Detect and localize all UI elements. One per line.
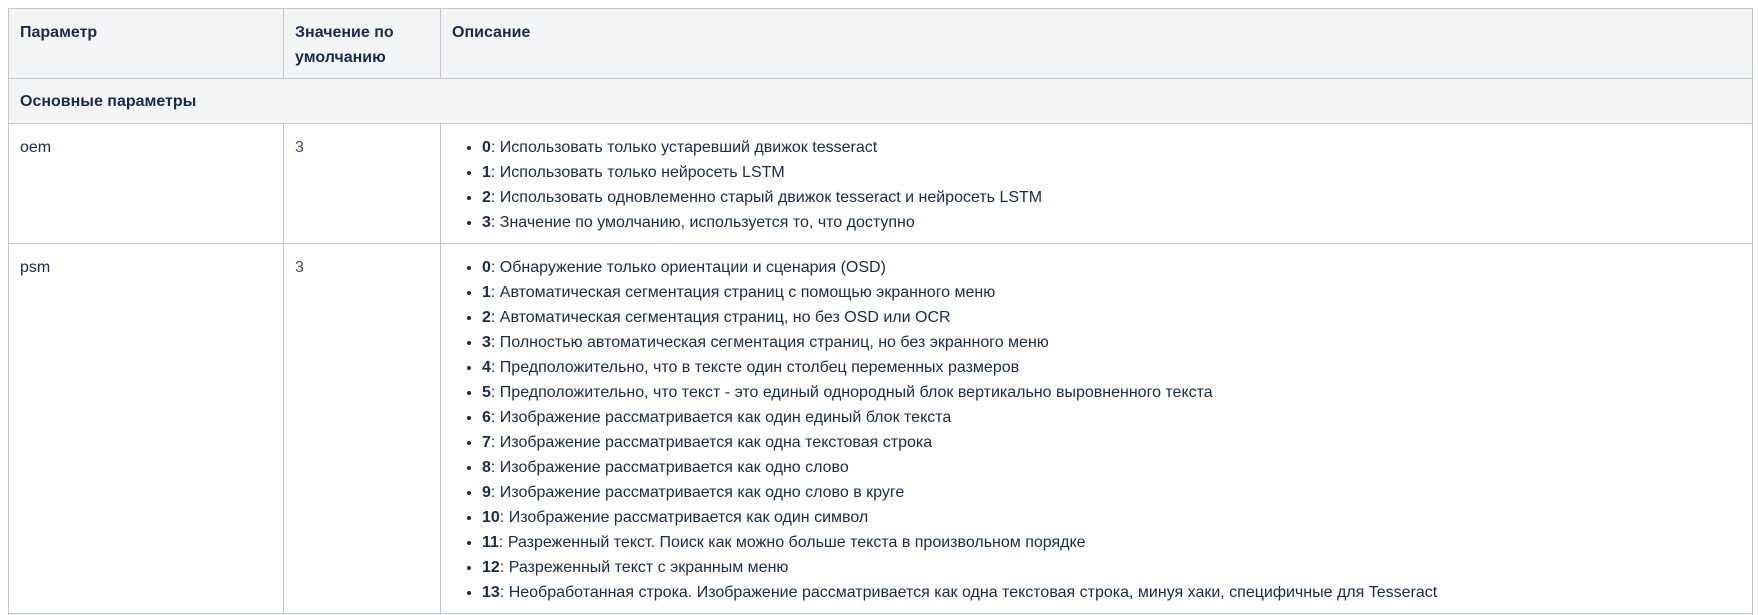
option-item: 2: Использовать одновлеменно старый движ… — [482, 185, 1741, 210]
option-code: 0 — [482, 259, 491, 276]
option-list: 0: Использовать только устаревший движок… — [452, 135, 1741, 235]
option-text: : Необработанная строка. Изображение рас… — [499, 584, 1438, 601]
option-text: : Разреженный текст с экранным меню — [499, 559, 789, 576]
option-code: 7 — [482, 434, 491, 451]
param-description: 0: Обнаружение только ориентации и сцена… — [440, 243, 1753, 614]
option-text: : Разреженный текст. Поиск как можно бол… — [498, 534, 1086, 551]
param-name: psm — [8, 243, 284, 614]
table-body: Основные параметры oem 3 0: Использовать… — [8, 78, 1753, 615]
page: Параметр Значение по умолчанию Описание … — [0, 0, 1758, 615]
param-name: oem — [8, 123, 284, 244]
section-row: Основные параметры — [8, 78, 1753, 124]
option-text: : Предположительно, что текст - это един… — [490, 384, 1213, 401]
param-description: 0: Использовать только устаревший движок… — [440, 123, 1753, 244]
option-item: 11: Разреженный текст. Поиск как можно б… — [482, 530, 1741, 555]
header-param: Параметр — [8, 8, 284, 79]
option-text: : Изображение рассматривается как одно с… — [490, 484, 905, 501]
option-code: 2 — [482, 309, 491, 326]
option-code: 11 — [482, 534, 499, 551]
option-text: : Автоматическая сегментация страниц с п… — [490, 284, 996, 301]
option-item: 3: Полностью автоматическая сегментация … — [482, 330, 1741, 355]
option-item: 3: Значение по умолчанию, используется т… — [482, 210, 1741, 235]
option-list: 0: Обнаружение только ориентации и сцена… — [452, 255, 1741, 605]
header-description: Описание — [440, 8, 1753, 79]
option-code: 2 — [482, 189, 491, 206]
section-title: Основные параметры — [8, 78, 1753, 124]
option-item: 0: Обнаружение только ориентации и сцена… — [482, 255, 1741, 280]
option-item: 13: Необработанная строка. Изображение р… — [482, 580, 1741, 605]
option-item: 5: Предположительно, что текст - это еди… — [482, 380, 1741, 405]
option-code: 4 — [482, 359, 491, 376]
option-item: 7: Изображение рассматривается как одна … — [482, 430, 1741, 455]
option-code: 0 — [482, 139, 491, 156]
option-text: : Использовать одновлеменно старый движо… — [490, 189, 1043, 206]
table-row: psm 3 0: Обнаружение только ориентации и… — [8, 243, 1753, 614]
table-row: oem 3 0: Использовать только устаревший … — [8, 123, 1753, 244]
option-code: 5 — [482, 384, 491, 401]
parameters-table: Параметр Значение по умолчанию Описание … — [8, 8, 1753, 615]
option-text: : Значение по умолчанию, используется то… — [490, 214, 915, 231]
option-text: : Изображение рассматривается как один е… — [490, 409, 952, 426]
option-item: 10: Изображение рассматривается как один… — [482, 505, 1741, 530]
option-code: 12 — [482, 559, 500, 576]
option-text: : Изображение рассматривается как один с… — [499, 509, 869, 526]
option-text: : Обнаружение только ориентации и сценар… — [490, 259, 886, 276]
option-code: 6 — [482, 409, 491, 426]
option-code: 1 — [482, 164, 491, 181]
option-text: : Изображение рассматривается как одно с… — [490, 459, 849, 476]
option-text: : Полностью автоматическая сегментация с… — [490, 334, 1049, 351]
table-header: Параметр Значение по умолчанию Описание — [8, 8, 1753, 79]
header-default: Значение по умолчанию — [283, 8, 441, 79]
option-item: 0: Использовать только устаревший движок… — [482, 135, 1741, 160]
option-item: 1: Использовать только нейросеть LSTM — [482, 160, 1741, 185]
option-text: : Изображение рассматривается как одна т… — [490, 434, 933, 451]
option-code: 13 — [482, 584, 500, 601]
option-text: : Использовать только нейросеть LSTM — [490, 164, 785, 181]
option-code: 3 — [482, 334, 491, 351]
param-default: 3 — [283, 243, 441, 614]
option-item: 4: Предположительно, что в тексте один с… — [482, 355, 1741, 380]
option-text: : Автоматическая сегментация страниц, но… — [490, 309, 951, 326]
option-code: 9 — [482, 484, 491, 501]
option-item: 12: Разреженный текст с экранным меню — [482, 555, 1741, 580]
option-code: 3 — [482, 214, 491, 231]
option-item: 2: Автоматическая сегментация страниц, н… — [482, 305, 1741, 330]
option-item: 9: Изображение рассматривается как одно … — [482, 480, 1741, 505]
option-code: 10 — [482, 509, 500, 526]
option-item: 1: Автоматическая сегментация страниц с … — [482, 280, 1741, 305]
option-code: 1 — [482, 284, 491, 301]
param-default: 3 — [283, 123, 441, 244]
option-item: 6: Изображение рассматривается как один … — [482, 405, 1741, 430]
option-text: : Предположительно, что в тексте один ст… — [490, 359, 1020, 376]
option-code: 8 — [482, 459, 491, 476]
option-text: : Использовать только устаревший движок … — [490, 139, 878, 156]
option-item: 8: Изображение рассматривается как одно … — [482, 455, 1741, 480]
header-row: Параметр Значение по умолчанию Описание — [8, 8, 1753, 79]
